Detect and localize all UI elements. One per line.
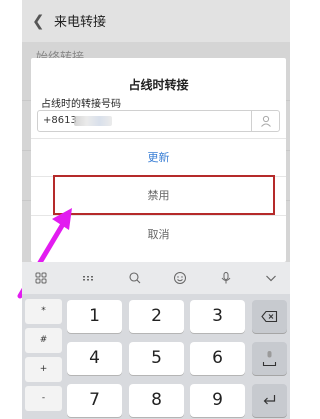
forward-number-input[interactable]: +8613: [37, 110, 280, 132]
forward-number-value: +8613: [43, 115, 77, 126]
contact-picker-button[interactable]: [251, 111, 279, 131]
backspace-key[interactable]: [252, 300, 287, 333]
field-label: 占线时的转接号码: [41, 99, 121, 110]
page-title: 来电转接: [54, 15, 107, 30]
search-icon[interactable]: [127, 270, 143, 286]
emoji-icon[interactable]: [172, 270, 188, 286]
digit-key-9[interactable]: 9: [190, 384, 245, 417]
voice-space-key[interactable]: [252, 342, 287, 375]
enter-key[interactable]: [252, 384, 287, 417]
forward-dialog: 占线时转接 占线时的转接号码 +8613 更新 禁用 取消: [31, 58, 286, 262]
redacted-number: [74, 116, 112, 126]
minus-key[interactable]: -: [25, 386, 62, 411]
digit-key-5[interactable]: 5: [129, 342, 184, 375]
app-header: ❮ 来电转接: [22, 0, 290, 42]
digit-key-7[interactable]: 7: [67, 384, 122, 417]
backspace-icon: [261, 310, 278, 323]
chevron-down-icon[interactable]: [263, 270, 279, 286]
star-key[interactable]: *: [25, 299, 62, 324]
hash-key[interactable]: #: [25, 328, 62, 353]
cancel-button[interactable]: 取消: [31, 215, 286, 255]
keyboard-layout-icon[interactable]: [80, 270, 96, 286]
digit-key-3[interactable]: 3: [190, 300, 245, 333]
keyboard-toolbar: [22, 262, 290, 294]
plus-key[interactable]: +: [25, 357, 62, 382]
digit-key-1[interactable]: 1: [67, 300, 122, 333]
digit-key-8[interactable]: 8: [129, 384, 184, 417]
enter-icon: [263, 395, 276, 405]
back-arrow-icon[interactable]: ❮: [32, 12, 46, 30]
digit-key-6[interactable]: 6: [190, 342, 245, 375]
update-button[interactable]: 更新: [31, 138, 286, 178]
microphone-space-icon: [262, 351, 277, 367]
person-icon: [261, 115, 271, 127]
keyboard: * # + - 1 2 3 4 5 6 7 8 9: [22, 262, 290, 419]
highlight-box: [53, 175, 275, 215]
digit-key-4[interactable]: 4: [67, 342, 122, 375]
digit-key-2[interactable]: 2: [129, 300, 184, 333]
dialog-title: 占线时转接: [128, 78, 189, 92]
microphone-icon[interactable]: [218, 270, 234, 286]
grid-menu-icon[interactable]: [33, 270, 49, 286]
